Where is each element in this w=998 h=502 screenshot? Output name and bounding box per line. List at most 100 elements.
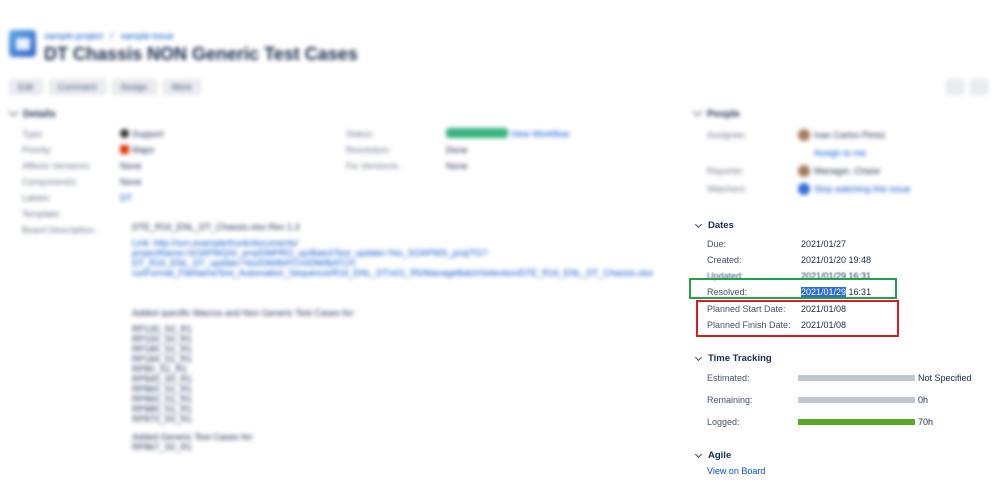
description-link-2[interactable]: projectName=SOAPWQS/_proj/DMPRO_up/Batch… xyxy=(132,248,632,268)
more-button[interactable]: More xyxy=(162,79,202,95)
description-body: Link: http://svn.example/trunk/documents… xyxy=(132,238,653,452)
chevron-down-icon xyxy=(694,450,703,458)
description-first-line: DTE_R16_ENL_DT_Chassis.xlsx Rev 1.3 xyxy=(132,222,300,232)
list-item: RP870_S0_R1 xyxy=(132,414,193,424)
view-workflow-link[interactable]: View Workflow xyxy=(511,129,570,139)
due-date-row: Due: 2021/01/27 xyxy=(707,238,897,250)
view-on-board-link[interactable]: View on Board xyxy=(707,466,765,476)
issue-title: DT Chassis NON Generic Test Cases xyxy=(44,44,358,64)
type-label: Type: xyxy=(22,129,45,139)
people-section-header[interactable]: People xyxy=(692,106,740,120)
due-value: 2021/01/27 xyxy=(801,239,847,249)
chevron-down-icon xyxy=(694,353,703,361)
watch-icon[interactable] xyxy=(798,183,810,195)
dates-title: Dates xyxy=(708,220,734,231)
comment-button[interactable]: Comment xyxy=(48,79,106,95)
fix-version-label: Fix Version/s: xyxy=(346,161,401,171)
dates-section-header[interactable]: Dates xyxy=(694,220,734,231)
logged-label: Logged: xyxy=(707,417,740,427)
project-avatar[interactable] xyxy=(9,30,36,57)
people-values: Ivan Carlos Perez Assign to me Manager, … xyxy=(798,126,911,198)
logged-value: 70h xyxy=(918,417,934,427)
assign-to-me-link[interactable]: Assign to me xyxy=(798,144,911,162)
estimated-label: Estimated: xyxy=(707,373,750,383)
labels-label: Labels: xyxy=(22,193,52,203)
estimated-bar xyxy=(798,375,915,381)
reporter-value[interactable]: Manager, Chase xyxy=(814,166,880,176)
assign-button[interactable]: Assign xyxy=(111,79,157,95)
agile-title: Agile xyxy=(708,450,732,461)
share-icon[interactable] xyxy=(946,79,964,95)
breadcrumb-separator: / xyxy=(110,31,114,41)
list-item: RP180_S1_R1 xyxy=(132,344,193,354)
breadcrumb-project[interactable]: sample-project xyxy=(44,31,103,41)
logged-row: Logged: 70h xyxy=(707,416,987,428)
affects-version-label: Affects Version/s: xyxy=(22,161,92,171)
remaining-value: 0h xyxy=(918,395,929,405)
created-label: Created: xyxy=(707,255,742,265)
status-values: View Workflow Done None xyxy=(446,126,569,174)
remaining-row: Remaining: 0h xyxy=(707,394,987,406)
details-section-header[interactable]: Details xyxy=(8,106,56,120)
resolution-label: Resolution: xyxy=(346,145,392,155)
list-item: RP860_S1_R1 xyxy=(132,394,193,404)
list-item: RP130_S0_R1 xyxy=(132,324,193,334)
breadcrumb: sample-project / sample-issue xyxy=(44,31,179,41)
component-value: None xyxy=(120,177,142,187)
logged-bar xyxy=(798,419,915,425)
details-title: Details xyxy=(23,109,56,120)
fix-version-value: None xyxy=(446,161,468,171)
time-tracking-title: Time Tracking xyxy=(708,353,772,364)
board-description-label: Board Description: xyxy=(22,225,97,235)
export-icon[interactable] xyxy=(970,79,988,95)
people-labels: Assignee: Reporter: Watchers: xyxy=(707,126,747,198)
affects-version-value: None xyxy=(120,161,142,171)
priority-value: Major xyxy=(132,145,155,155)
detail-labels: Type: Priority: Affects Version/s: Compo… xyxy=(22,126,96,238)
assign-to-me-spacer xyxy=(707,144,747,162)
status-badge[interactable] xyxy=(446,128,508,138)
list-item: RP840_S0_R1 xyxy=(132,374,193,384)
priority-label: Priority: xyxy=(22,145,53,155)
green-highlight-box xyxy=(689,278,897,299)
priority-icon xyxy=(120,145,129,154)
description-link-3[interactable]: runFormat_FileNameTest_Automation_Sequen… xyxy=(132,268,653,278)
description-list-title-2: Added Generic Test Cases for: xyxy=(132,432,255,442)
red-highlight-box xyxy=(696,300,899,337)
remaining-bar xyxy=(798,397,915,403)
list-item: RP860_S1_R1 xyxy=(132,384,193,394)
project-icon xyxy=(15,37,30,50)
due-label: Due: xyxy=(707,239,727,249)
time-tracking-section-header[interactable]: Time Tracking xyxy=(694,353,772,364)
description-list: RP130_S0_R1 RP150_S0_R1 RP180_S1_R1 RP18… xyxy=(132,324,632,424)
stop-watching-link[interactable]: Stop watching this issue xyxy=(814,184,911,194)
list-item: RP867_S0_R1 xyxy=(132,442,193,452)
agile-section-header[interactable]: Agile xyxy=(694,450,731,461)
list-item: RP80_S1_R1 xyxy=(132,364,188,374)
description: DTE_R16_ENL_DT_Chassis.xlsx Rev 1.3 xyxy=(132,222,632,232)
breadcrumb-issue[interactable]: sample-issue xyxy=(121,31,174,41)
resolution-value: Done xyxy=(446,145,468,155)
chevron-down-icon xyxy=(694,220,703,228)
component-label: Component/s: xyxy=(22,177,79,187)
description-list-title: Added specific Macros and Non Generic Te… xyxy=(132,308,356,318)
toolbar-right xyxy=(946,79,988,95)
list-item: RP880_S1_R1 xyxy=(132,404,193,414)
reporter-label: Reporter: xyxy=(707,166,745,176)
type-icon xyxy=(120,129,129,138)
estimated-row: Estimated: Not Specified xyxy=(707,372,987,384)
logged-bar-fill xyxy=(798,419,915,425)
type-value: Support xyxy=(132,129,164,139)
edit-button[interactable]: Edit xyxy=(9,79,43,95)
estimated-value: Not Specified xyxy=(918,373,972,383)
watchers-label: Watchers: xyxy=(707,184,748,194)
detail-values: Support Major None None DT xyxy=(120,126,164,206)
labels-value[interactable]: DT xyxy=(120,190,164,206)
template-label: Template: xyxy=(22,209,62,219)
assignee-value[interactable]: Ivan Carlos Perez xyxy=(814,130,886,140)
chevron-down-icon xyxy=(8,106,19,117)
list-item: RP184_S1_R1 xyxy=(132,354,193,364)
status-labels: Status: Resolution: Fix Version/s: xyxy=(346,126,400,174)
description-link-1[interactable]: Link: http://svn.example/trunk/documents… xyxy=(132,238,632,248)
chevron-down-icon xyxy=(692,106,703,117)
